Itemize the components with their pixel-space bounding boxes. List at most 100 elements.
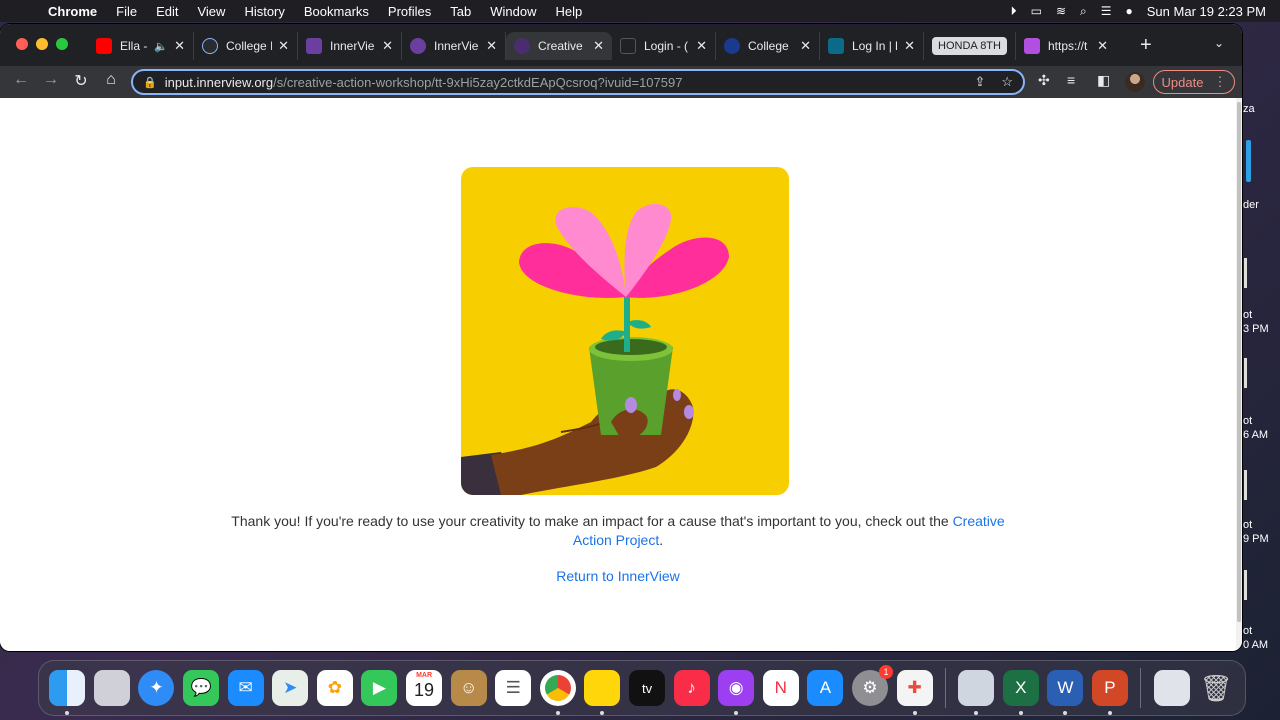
menu-tab[interactable]: Tab xyxy=(450,4,471,19)
desktop-text: ot xyxy=(1243,415,1253,427)
notes-icon[interactable] xyxy=(584,670,621,715)
system-settings-icon[interactable]: ⚙ 1 xyxy=(851,665,893,706)
control-center-icon[interactable]: ☰ xyxy=(1101,4,1112,18)
tab-innerview-1[interactable]: InnerVie ✕ xyxy=(298,32,402,60)
tab-title: College I xyxy=(226,39,273,53)
maps-icon[interactable]: ➤ xyxy=(272,670,309,706)
close-tab-icon[interactable]: ✕ xyxy=(800,38,811,54)
chrome-icon[interactable] xyxy=(539,670,576,715)
more-menu-icon[interactable]: ⋮ xyxy=(1213,74,1226,90)
menu-view[interactable]: View xyxy=(197,4,225,19)
extensions-puzzle-icon[interactable]: ✣ xyxy=(1038,72,1050,89)
tab-youtube-ella[interactable]: Ella - 🔈 ✕ xyxy=(88,32,194,60)
excel-icon[interactable]: X xyxy=(1002,670,1039,715)
app-store-icon[interactable]: A xyxy=(807,670,844,706)
menu-clock[interactable]: Sun Mar 19 2:23 PM xyxy=(1147,4,1266,19)
menu-history[interactable]: History xyxy=(244,4,284,19)
close-tab-icon[interactable]: ✕ xyxy=(904,38,915,54)
link-icon xyxy=(1024,38,1040,54)
update-button[interactable]: Update ⋮ xyxy=(1153,70,1235,94)
forward-arrow-icon[interactable]: → xyxy=(40,71,62,89)
menu-help[interactable]: Help xyxy=(556,4,583,19)
page-scrollbar[interactable] xyxy=(1236,98,1242,651)
tab-college-1[interactable]: College I ✕ xyxy=(194,32,298,60)
close-tab-icon[interactable]: ✕ xyxy=(174,38,185,54)
tab-creative-active[interactable]: Creative ✕ xyxy=(506,32,612,60)
desktop-text: 3 PM xyxy=(1243,323,1269,335)
menu-file[interactable]: File xyxy=(116,4,137,19)
downloads-stack-icon[interactable] xyxy=(1153,670,1190,706)
tab-title: Log In | l xyxy=(852,39,898,53)
menu-profiles[interactable]: Profiles xyxy=(388,4,431,19)
address-bar[interactable]: 🔒 input.innerview.org/s/creative-action-… xyxy=(131,69,1025,95)
finder-icon[interactable] xyxy=(49,670,86,715)
tab-search-chevron-icon[interactable]: ⌄ xyxy=(1214,36,1224,50)
menu-window[interactable]: Window xyxy=(490,4,536,19)
close-window-button[interactable] xyxy=(16,38,28,50)
close-tab-icon[interactable]: ✕ xyxy=(696,38,707,54)
reload-icon[interactable]: ↻ xyxy=(70,71,92,91)
preview-icon[interactable] xyxy=(958,670,995,715)
hand-holding-flower-pot-image xyxy=(461,167,789,495)
thank-you-period: . xyxy=(659,532,664,548)
bookmark-star-icon[interactable]: ☆ xyxy=(1001,74,1013,90)
battery-icon[interactable]: ▭ xyxy=(1031,4,1042,18)
audio-playing-icon[interactable]: 🔈 xyxy=(154,40,168,53)
innerview-icon xyxy=(306,38,322,54)
dock-separator xyxy=(944,668,946,708)
play-status-icon[interactable]: ⏵ xyxy=(1011,4,1017,19)
close-tab-icon[interactable]: ✕ xyxy=(382,38,393,54)
window-controls xyxy=(16,38,68,50)
lock-icon[interactable]: 🔒 xyxy=(143,76,157,89)
calendar-icon[interactable]: MAR 19 xyxy=(406,670,443,706)
desktop-text: ot xyxy=(1243,519,1253,531)
launchpad-icon[interactable] xyxy=(93,670,130,706)
tab-https[interactable]: https://t ✕ xyxy=(1016,32,1116,60)
tab-login[interactable]: Login - ( ✕ xyxy=(612,32,716,60)
close-tab-icon[interactable]: ✕ xyxy=(593,38,604,54)
siri-icon[interactable]: ● xyxy=(1126,4,1133,18)
word-icon[interactable]: W xyxy=(1047,670,1084,715)
messages-icon[interactable]: 💬 xyxy=(183,670,220,706)
share-icon[interactable]: ⇪ xyxy=(974,74,985,90)
fullscreen-window-button[interactable] xyxy=(56,38,68,50)
photos-icon[interactable]: ✿ xyxy=(316,670,353,706)
safari-icon[interactable]: ✦ xyxy=(138,670,175,706)
tab-fsa-login[interactable]: Log In | l ✕ xyxy=(820,32,924,60)
home-icon[interactable]: ⌂ xyxy=(100,71,122,89)
desktop-widgets xyxy=(1244,140,1251,600)
spotlight-search-icon[interactable]: ⌕ xyxy=(1080,4,1087,19)
desktop-text: ot xyxy=(1243,309,1253,321)
fsa-icon xyxy=(828,38,844,54)
side-panel-icon[interactable]: ◧ xyxy=(1097,72,1110,89)
calendar-day: 19 xyxy=(414,680,435,700)
menu-edit[interactable]: Edit xyxy=(156,4,178,19)
puzzle-app-icon[interactable]: ✚ xyxy=(896,670,933,715)
close-tab-icon[interactable]: ✕ xyxy=(278,38,289,54)
profile-avatar[interactable] xyxy=(1125,72,1145,92)
scrollbar-thumb[interactable] xyxy=(1237,102,1241,622)
close-tab-icon[interactable]: ✕ xyxy=(1097,38,1108,54)
menu-bookmarks[interactable]: Bookmarks xyxy=(304,4,369,19)
tab-college-2[interactable]: College ✕ xyxy=(716,32,820,60)
music-icon[interactable]: ♪ xyxy=(673,670,710,706)
facetime-icon[interactable]: ▶ xyxy=(361,670,398,706)
news-icon[interactable]: N xyxy=(762,670,799,706)
mail-icon[interactable]: ✉ xyxy=(227,670,264,706)
minimize-window-button[interactable] xyxy=(36,38,48,50)
contacts-icon[interactable]: ☺ xyxy=(450,670,487,706)
tab-innerview-2[interactable]: InnerVie ✕ xyxy=(402,32,506,60)
trash-icon[interactable]: 🗑 xyxy=(1198,670,1234,706)
menu-app-chrome[interactable]: Chrome xyxy=(48,4,97,19)
close-tab-icon[interactable]: ✕ xyxy=(486,38,497,54)
back-arrow-icon[interactable]: ← xyxy=(10,71,32,89)
reminders-icon[interactable]: ☰ xyxy=(495,670,532,706)
podcasts-icon[interactable]: ◉ xyxy=(718,670,755,715)
powerpoint-icon[interactable]: P xyxy=(1091,670,1128,715)
apple-tv-icon[interactable]: tv xyxy=(629,670,666,706)
new-tab-plus-icon[interactable]: + xyxy=(1140,34,1152,57)
tab-group-honda[interactable]: HONDA 8TH xyxy=(924,32,1016,60)
wifi-icon[interactable]: ≋ xyxy=(1056,4,1066,18)
return-to-innerview-link[interactable]: Return to InnerView xyxy=(0,568,1236,584)
media-control-icon[interactable]: ≡ xyxy=(1067,72,1075,88)
